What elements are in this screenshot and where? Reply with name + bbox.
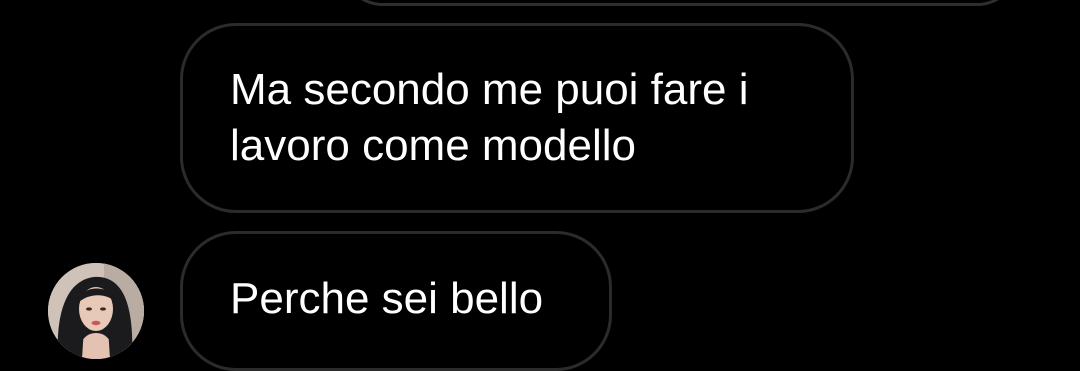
message-text: Ma secondo me puoi fare i lavoro come mo… bbox=[230, 65, 749, 170]
profile-photo-avatar-icon bbox=[48, 263, 144, 359]
message-text: Perche sei bello bbox=[230, 274, 544, 323]
message-bubble[interactable]: Ma secondo me puoi fare i lavoro come mo… bbox=[180, 23, 854, 213]
message-thread: Ma secondo me puoi fare i lavoro come mo… bbox=[0, 0, 1080, 371]
previous-message-bubble[interactable] bbox=[340, 0, 1020, 6]
message-bubble[interactable]: Perche sei bello bbox=[180, 231, 612, 371]
avatar[interactable] bbox=[48, 263, 144, 359]
